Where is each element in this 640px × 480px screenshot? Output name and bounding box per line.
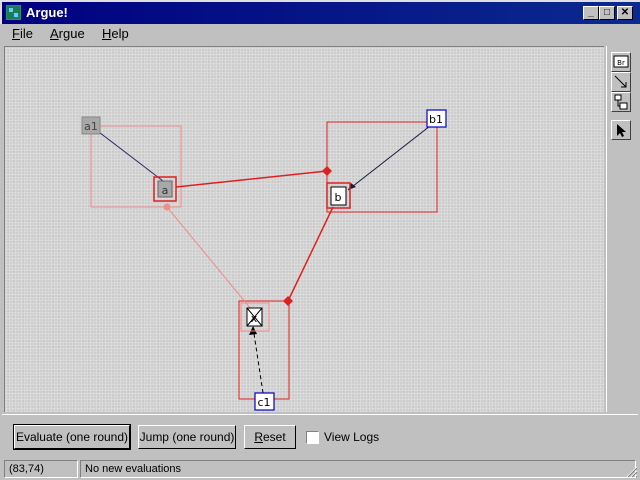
node-b1[interactable]: b1 — [426, 109, 447, 128]
status-coordinates: (83,74) — [4, 460, 78, 478]
menu-bar: File Argue Help — [2, 24, 638, 44]
resize-grip-icon[interactable] — [624, 464, 638, 478]
node-a1-label: a1 — [84, 120, 98, 133]
argument-box-icon: Br — [613, 55, 629, 68]
node-a1[interactable]: a1 — [81, 116, 101, 135]
tool-palette: Br — [606, 46, 636, 412]
maximize-icon: □ — [603, 7, 611, 18]
reset-button[interactable]: Reset — [244, 425, 296, 449]
junction-dot-a[interactable] — [163, 203, 171, 211]
node-x[interactable]: x — [240, 302, 270, 332]
tool-select-pointer[interactable] — [611, 120, 631, 140]
node-c1[interactable]: c1 — [254, 392, 275, 411]
node-a[interactable]: a — [153, 176, 177, 202]
junction-diamond-x[interactable] — [283, 296, 293, 306]
menu-argue[interactable]: Argue — [50, 26, 85, 41]
argument-graph: a1 a b b1 x c1 — [81, 109, 447, 411]
close-icon: ✕ — [620, 7, 630, 18]
tool-draw-edge[interactable] — [611, 72, 631, 92]
edge-a-to-b[interactable] — [175, 170, 328, 188]
title-bar: Argue! _ □ ✕ — [0, 0, 640, 24]
junction-diamond-b[interactable] — [322, 166, 332, 176]
jump-button[interactable]: Jump (one round) — [138, 425, 236, 449]
node-a-label: a — [162, 184, 169, 197]
minimize-icon: _ — [588, 7, 594, 18]
edge-b1-arrowhead — [348, 183, 356, 190]
svg-text:Br: Br — [617, 59, 625, 67]
menu-help[interactable]: Help — [102, 26, 129, 41]
edge-b1-to-b[interactable] — [347, 125, 431, 191]
maximize-button[interactable]: □ — [599, 6, 615, 20]
menu-file[interactable]: File — [12, 26, 33, 41]
edge-a-to-x[interactable] — [166, 206, 252, 310]
window-title: Argue! — [26, 5, 68, 20]
app-icon[interactable] — [6, 5, 21, 20]
evaluate-button[interactable]: Evaluate (one round) — [13, 424, 131, 450]
pointer-icon — [617, 124, 626, 137]
edge-b-to-x[interactable] — [287, 206, 334, 302]
tool-new-argument[interactable]: Br — [611, 52, 631, 72]
link-group-icon — [614, 94, 628, 110]
node-b[interactable]: b — [326, 182, 351, 209]
tool-link-group[interactable] — [611, 92, 631, 112]
view-logs-label[interactable]: View Logs — [324, 430, 379, 444]
node-b-label: b — [335, 191, 342, 204]
view-logs-checkbox[interactable] — [306, 431, 319, 444]
node-b1-label: b1 — [429, 113, 443, 126]
edge-a1-to-a[interactable] — [90, 125, 164, 182]
close-button[interactable]: ✕ — [617, 6, 633, 20]
action-toolbar: Evaluate (one round) Jump (one round) Re… — [2, 414, 638, 458]
arrow-edge-icon — [614, 75, 627, 88]
edge-c1-to-x[interactable] — [252, 326, 264, 394]
argument-canvas[interactable]: a1 a b b1 x c1 — [4, 46, 604, 412]
status-bar: (83,74) No new evaluations — [2, 460, 638, 478]
minimize-button[interactable]: _ — [583, 6, 599, 20]
node-c1-label: c1 — [257, 396, 270, 409]
status-message: No new evaluations — [80, 460, 636, 478]
